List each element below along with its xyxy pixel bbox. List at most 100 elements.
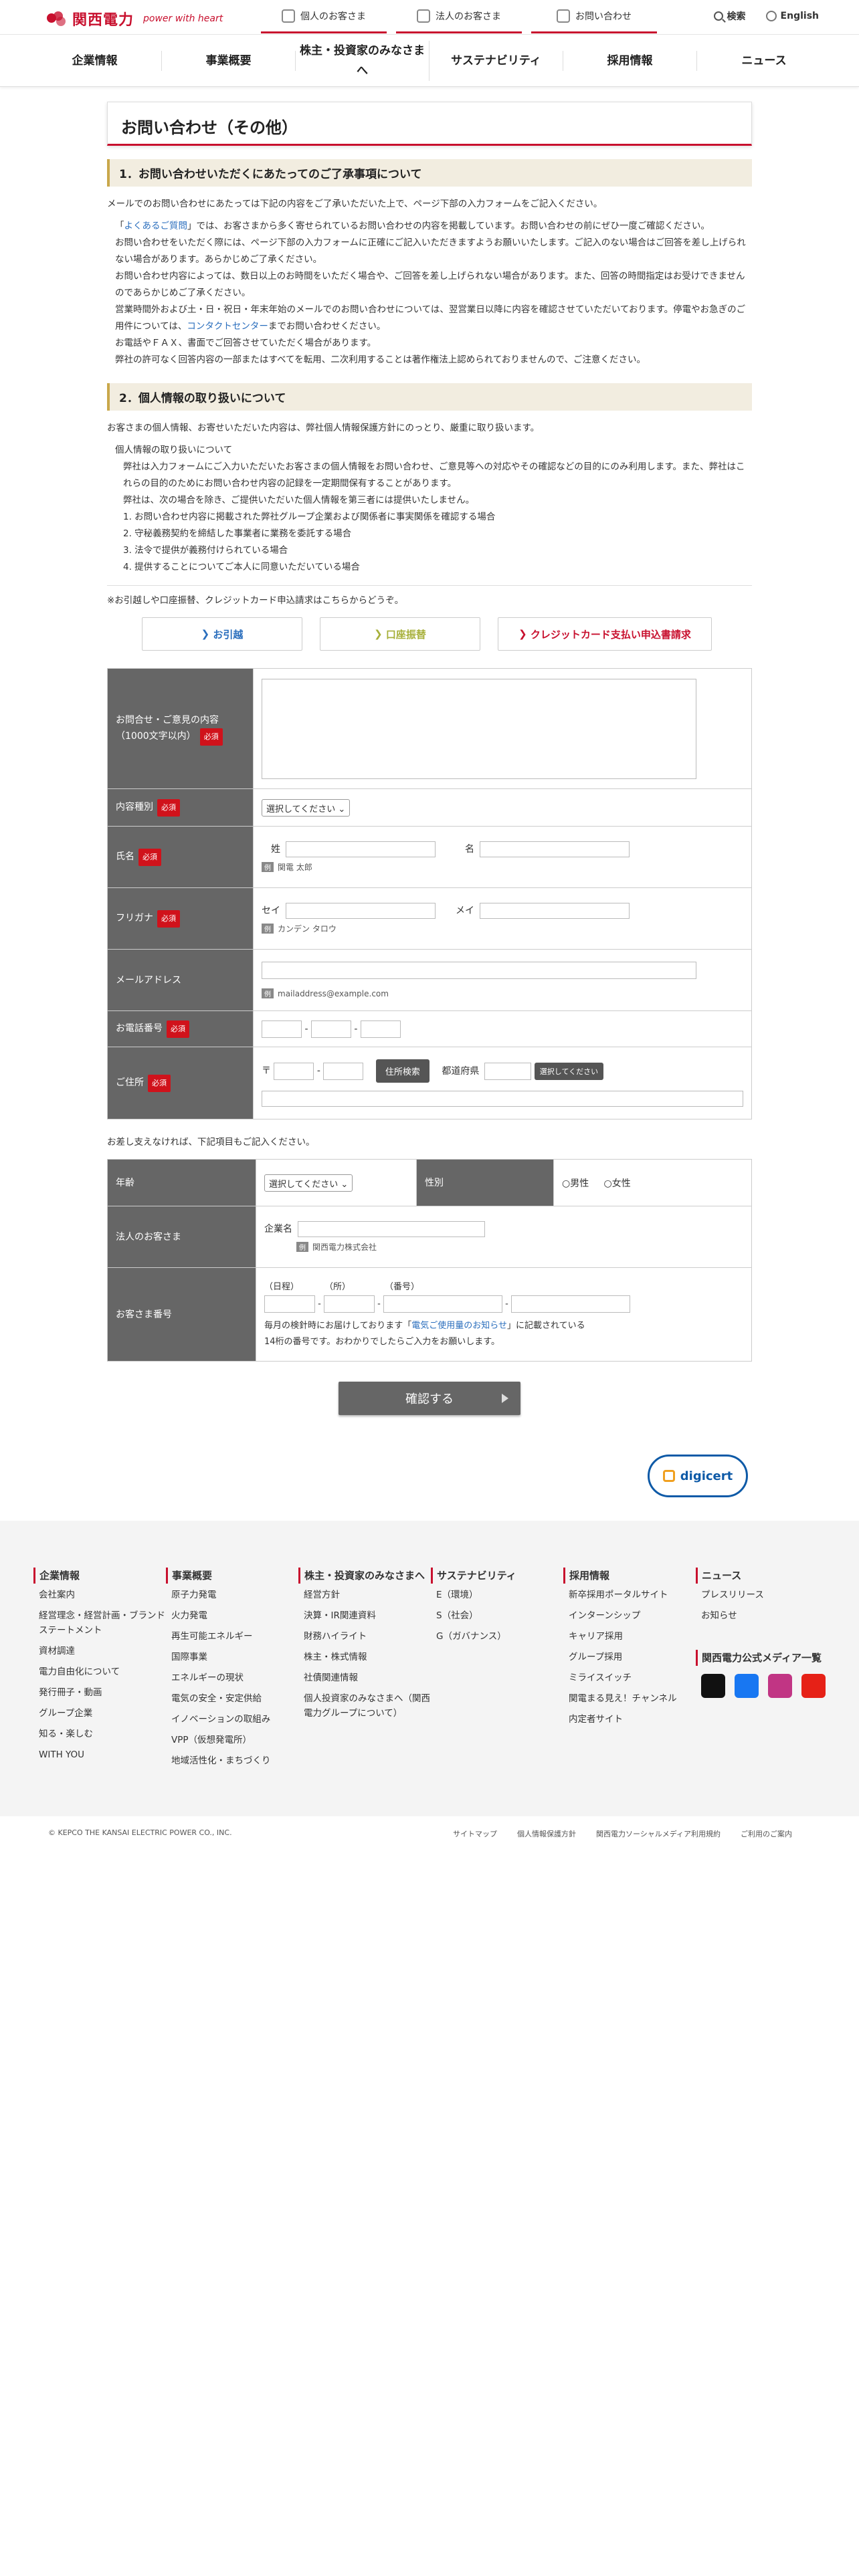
age-select[interactable]: 選択してください ⌄ — [264, 1174, 353, 1192]
bank-transfer-button[interactable]: ❯ 口座振替 — [320, 617, 480, 651]
pref-input[interactable] — [484, 1062, 532, 1080]
footer-link[interactable]: エネルギーの現状 — [166, 1671, 298, 1685]
search-button[interactable]: 検索 — [713, 9, 746, 23]
credit-card-button[interactable]: ❯ クレジットカード支払い申込書請求 — [498, 617, 712, 651]
footer-link[interactable]: イノベーションの取組み — [166, 1712, 298, 1727]
tab-corporate[interactable]: 法人のお客さま — [396, 0, 522, 33]
footer-link[interactable]: 火力発電 — [166, 1608, 298, 1623]
footer-link[interactable]: 社債関連情報 — [298, 1671, 431, 1685]
nav-business[interactable]: 事業概要 — [162, 50, 296, 71]
tab-individual[interactable]: 個人のお客さま — [261, 0, 387, 33]
media-heading[interactable]: 関西電力公式メディア一覧 — [696, 1650, 828, 1666]
tab-contact[interactable]: お問い合わせ — [531, 0, 657, 33]
footer-link[interactable]: お知らせ — [696, 1608, 828, 1623]
digicert-seal[interactable]: digicert — [648, 1455, 748, 1497]
address-input[interactable] — [262, 1091, 743, 1107]
tel-input-3[interactable] — [360, 1020, 401, 1038]
footer-link[interactable]: VPP（仮想発電所） — [166, 1733, 298, 1747]
nav-recruit[interactable]: 採用情報 — [563, 50, 697, 71]
logo[interactable]: 関西電力 power with heart — [47, 8, 223, 29]
customer-number-input-2[interactable] — [323, 1295, 375, 1313]
usage-notice-link[interactable]: 電気ご使用量のお知らせ — [411, 1321, 507, 1331]
tel-input-2[interactable] — [310, 1020, 351, 1038]
footer-link[interactable]: 関電まる見え！チャンネル — [563, 1691, 696, 1706]
name-label: 氏名 必須 — [107, 826, 254, 888]
footer-link[interactable]: G（ガバナンス） — [431, 1629, 563, 1644]
footer-link[interactable]: 経営理念・経営計画・ブランドステートメント — [33, 1608, 166, 1638]
example-badge: 例 — [296, 1242, 308, 1252]
footer-heading[interactable]: 採用情報 — [563, 1568, 696, 1584]
sec1-line4: 営業時間外および土・日・祝日・年末年始のメールでのお問い合わせについては、翌営業… — [107, 302, 752, 335]
email-field[interactable] — [262, 962, 696, 979]
terms-link[interactable]: ご利用のご案内 — [741, 1828, 792, 1839]
kana-last-input[interactable] — [286, 903, 436, 919]
footer-link[interactable]: プレスリリース — [696, 1588, 828, 1602]
footer-link[interactable]: 知る・楽しむ — [33, 1727, 166, 1741]
footer-link[interactable]: 発行冊子・動画 — [33, 1685, 166, 1700]
footer-link[interactable]: 原子力発電 — [166, 1588, 298, 1602]
footer-link[interactable]: 個人投資家のみなさまへ（関西電力グループについて） — [298, 1691, 431, 1721]
footer-link[interactable]: 経営方針 — [298, 1588, 431, 1602]
kana-first-input[interactable] — [480, 903, 630, 919]
zip-input-2[interactable] — [323, 1062, 364, 1080]
x-icon[interactable] — [701, 1674, 725, 1698]
footer-link[interactable]: 国際事業 — [166, 1650, 298, 1665]
sitemap-link[interactable]: サイトマップ — [453, 1828, 497, 1839]
footer-heading[interactable]: サステナビリティ — [431, 1568, 563, 1584]
zip-input-1[interactable] — [274, 1062, 314, 1080]
footer-link[interactable]: キャリア採用 — [563, 1629, 696, 1644]
faq-link[interactable]: よくあるご質問 — [124, 221, 188, 231]
customer-number-input-1[interactable] — [264, 1295, 315, 1313]
footer-link[interactable]: 新卒採用ポータルサイト — [563, 1588, 696, 1602]
footer-link[interactable]: S（社会） — [431, 1608, 563, 1623]
customer-number-input-3[interactable] — [383, 1295, 502, 1313]
sec1-line3: お問い合わせ内容によっては、数日以上のお時間をいただく場合や、ご回答を差し上げら… — [115, 271, 745, 298]
female-radio[interactable]: ○女性 — [603, 1178, 630, 1189]
footer-link[interactable]: 電力自由化について — [33, 1665, 166, 1679]
footer-link[interactable]: 地域活性化・まちづくり — [166, 1753, 298, 1768]
moving-button[interactable]: ❯ お引越 — [142, 617, 302, 651]
label: お電話番号 — [116, 1023, 163, 1034]
customer-number-input-4[interactable] — [510, 1295, 630, 1313]
footer-link[interactable]: 財務ハイライト — [298, 1629, 431, 1644]
footer-link[interactable]: 会社案内 — [33, 1588, 166, 1602]
footer-link[interactable]: 資材調達 — [33, 1644, 166, 1658]
address-search-button[interactable]: 住所検索 — [375, 1059, 430, 1083]
footer-column: 事業概要原子力発電火力発電再生可能エネルギー 国際事業エネルギーの現状 電気の安全・… — [166, 1568, 298, 1774]
nav-news[interactable]: ニュース — [697, 51, 831, 71]
footer-link[interactable]: グループ企業 — [33, 1706, 166, 1721]
footer-link[interactable]: ミライスイッチ — [563, 1671, 696, 1685]
first-name-input[interactable] — [480, 841, 630, 857]
footer-link[interactable]: 内定者サイト — [563, 1712, 696, 1727]
pref-select-button[interactable]: 選択してください — [534, 1062, 604, 1080]
last-name-input[interactable] — [286, 841, 436, 857]
footer-link[interactable]: インターンシップ — [563, 1608, 696, 1623]
privacy-link[interactable]: 個人情報保護方針 — [517, 1828, 576, 1839]
footer-link[interactable]: WITH YOU — [33, 1747, 166, 1762]
footer-link[interactable]: 電気の安全・安定供給 — [166, 1691, 298, 1706]
english-link[interactable]: English — [765, 11, 819, 21]
confirm-button[interactable]: 確認する — [339, 1382, 520, 1415]
footer-link[interactable]: E（環境） — [431, 1588, 563, 1602]
inquiry-textarea[interactable] — [262, 678, 696, 779]
contact-center-link[interactable]: コンタクトセンター — [187, 321, 268, 332]
company-input[interactable] — [298, 1221, 485, 1237]
instagram-icon[interactable] — [768, 1674, 792, 1698]
footer-link[interactable]: 株主・株式情報 — [298, 1650, 431, 1665]
footer-heading[interactable]: 企業情報 — [33, 1568, 166, 1584]
footer-heading[interactable]: ニュース — [696, 1568, 828, 1584]
social-policy-link[interactable]: 関西電力ソーシャルメディア利用規約 — [596, 1828, 721, 1839]
tel-input-1[interactable] — [262, 1020, 302, 1038]
nav-investors[interactable]: 株主・投資家のみなさまへ — [296, 40, 430, 81]
footer-heading[interactable]: 事業概要 — [166, 1568, 298, 1584]
kind-select[interactable]: 選択してください ⌄ — [262, 798, 351, 817]
footer-heading[interactable]: 株主・投資家のみなさまへ — [298, 1568, 431, 1584]
male-radio[interactable]: ○男性 — [562, 1178, 589, 1189]
footer-link[interactable]: グループ採用 — [563, 1650, 696, 1665]
nav-sustainability[interactable]: サステナビリティ — [430, 50, 563, 71]
facebook-icon[interactable] — [735, 1674, 759, 1698]
footer-link[interactable]: 決算・IR関連資料 — [298, 1608, 431, 1623]
nav-corporate[interactable]: 企業情報 — [28, 50, 162, 71]
youtube-icon[interactable] — [801, 1674, 826, 1698]
footer-link[interactable]: 再生可能エネルギー — [166, 1629, 298, 1644]
